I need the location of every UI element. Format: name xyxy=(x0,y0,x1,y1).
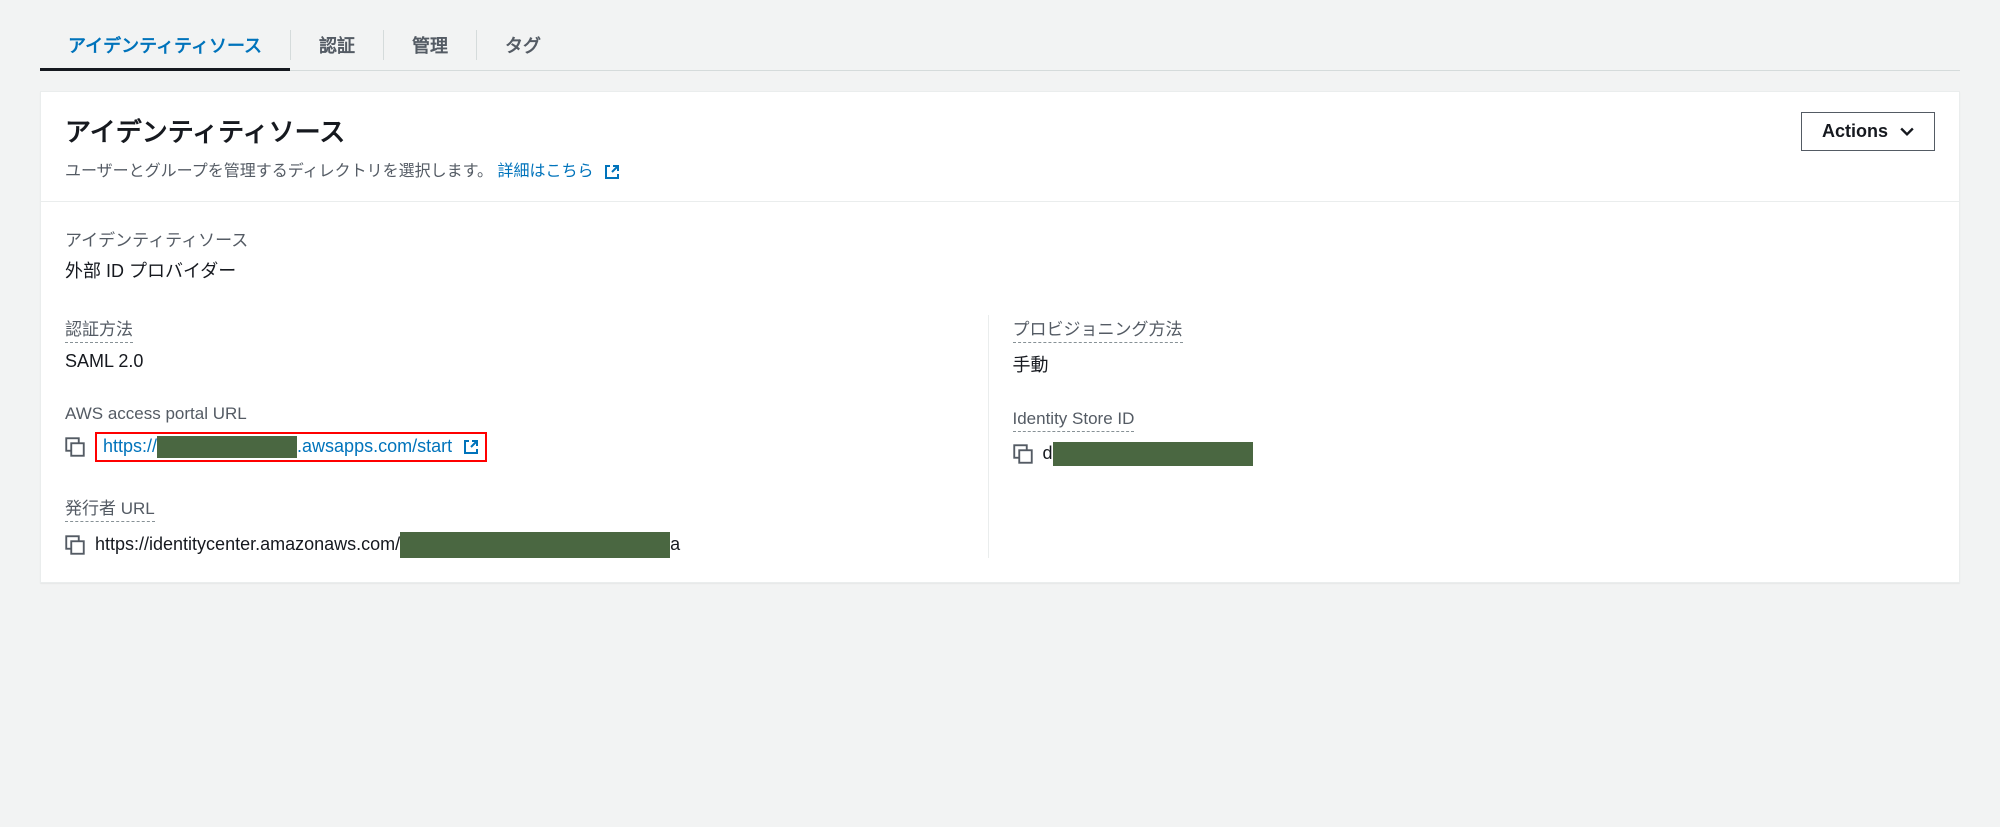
redacted xyxy=(1053,442,1253,466)
tab-identity-source[interactable]: アイデンティティソース xyxy=(40,20,290,70)
value-prefix: d xyxy=(1043,443,1053,463)
field-value: SAML 2.0 xyxy=(65,351,988,372)
issuer-url-value: https://identitycenter.amazonaws.com/a xyxy=(95,532,680,558)
field-label: 発行者 URL xyxy=(65,494,155,522)
copy-icon[interactable] xyxy=(1013,444,1033,464)
identity-source-panel: アイデンティティソース ユーザーとグループを管理するディレクトリを選択します。 … xyxy=(40,91,1960,583)
field-provisioning: プロビジョニング方法 手動 xyxy=(1013,315,1936,377)
portal-url-link[interactable]: https:// .awsapps.com/start xyxy=(103,436,479,458)
tab-authentication[interactable]: 認証 xyxy=(291,20,383,70)
field-value: 手動 xyxy=(1013,351,1936,377)
actions-button[interactable]: Actions xyxy=(1801,112,1935,151)
copy-icon[interactable] xyxy=(65,437,85,457)
tab-management[interactable]: 管理 xyxy=(384,20,476,70)
url-suffix: a xyxy=(670,534,680,554)
field-auth-method: 認証方法 SAML 2.0 xyxy=(65,315,988,372)
panel-description: ユーザーとグループを管理するディレクトリを選択します。 詳細はこちら xyxy=(65,157,1801,181)
tab-tags[interactable]: タグ xyxy=(477,20,569,70)
identity-store-value: d xyxy=(1043,442,1253,466)
redacted xyxy=(400,532,670,558)
actions-label: Actions xyxy=(1822,121,1888,142)
external-link-icon xyxy=(604,164,620,180)
copy-icon[interactable] xyxy=(65,535,85,555)
external-link-icon xyxy=(463,439,479,455)
desc-text: ユーザーとグループを管理するディレクトリを選択します。 xyxy=(65,163,493,180)
panel-header: アイデンティティソース ユーザーとグループを管理するディレクトリを選択します。 … xyxy=(41,92,1959,202)
field-label: Identity Store ID xyxy=(1013,409,1135,432)
field-identity-source: アイデンティティソース 外部 ID プロバイダー xyxy=(65,226,1935,283)
url-suffix: .awsapps.com/start xyxy=(297,436,452,456)
field-value: 外部 ID プロバイダー xyxy=(65,257,1935,283)
field-label: 認証方法 xyxy=(65,315,133,343)
field-portal-url: AWS access portal URL https:// .awsapps.c… xyxy=(65,404,988,462)
portal-url-highlight: https:// .awsapps.com/start xyxy=(95,432,487,462)
url-prefix: https://identitycenter.amazonaws.com/ xyxy=(95,534,400,554)
field-identity-store: Identity Store ID d xyxy=(1013,409,1936,466)
field-issuer-url: 発行者 URL https://identitycenter.amazonaws… xyxy=(65,494,988,558)
tab-bar: アイデンティティソース 認証 管理 タグ xyxy=(40,20,1960,71)
panel-body: アイデンティティソース 外部 ID プロバイダー 認証方法 SAML 2.0 A… xyxy=(41,202,1959,582)
chevron-down-icon xyxy=(1900,125,1914,139)
field-label: アイデンティティソース xyxy=(65,226,1935,251)
learn-more-link[interactable]: 詳細はこちら xyxy=(497,163,619,180)
column-separator xyxy=(988,315,989,558)
learn-more-text: 詳細はこちら xyxy=(497,163,593,180)
field-label: AWS access portal URL xyxy=(65,404,988,424)
redacted xyxy=(157,436,297,458)
field-label: プロビジョニング方法 xyxy=(1013,315,1183,343)
panel-title: アイデンティティソース xyxy=(65,112,1801,149)
url-prefix: https:// xyxy=(103,436,157,456)
